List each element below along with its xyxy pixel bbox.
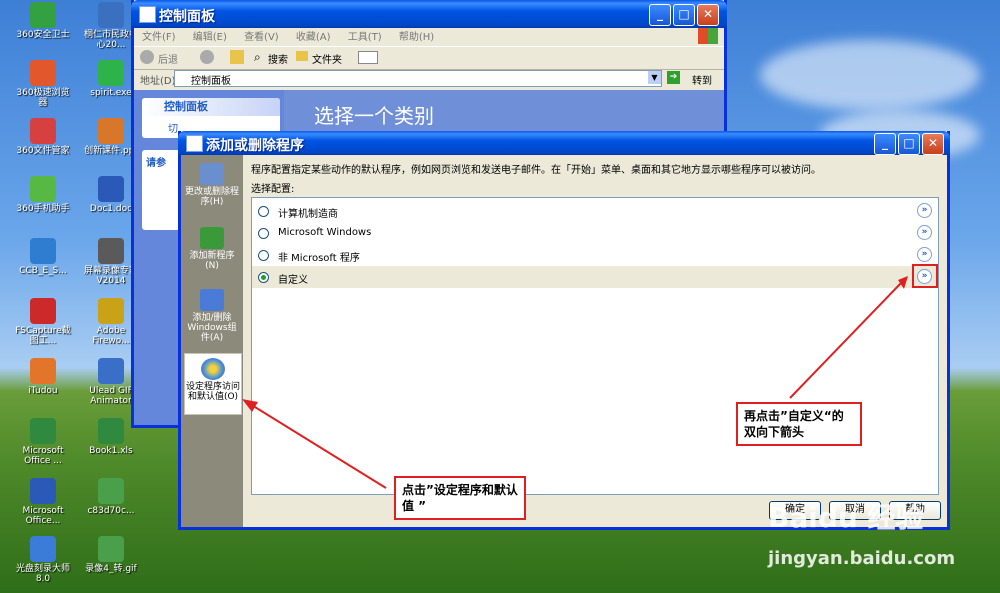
baidu-logo: Baidu 经验 (768, 501, 924, 534)
watermark-url: jingyan.baidu.com (768, 548, 956, 569)
callout-left: 点击”设定程序和默认值 ” (394, 476, 526, 520)
callout-right: 再点击”自定义“的双向下箭头 (736, 402, 862, 446)
